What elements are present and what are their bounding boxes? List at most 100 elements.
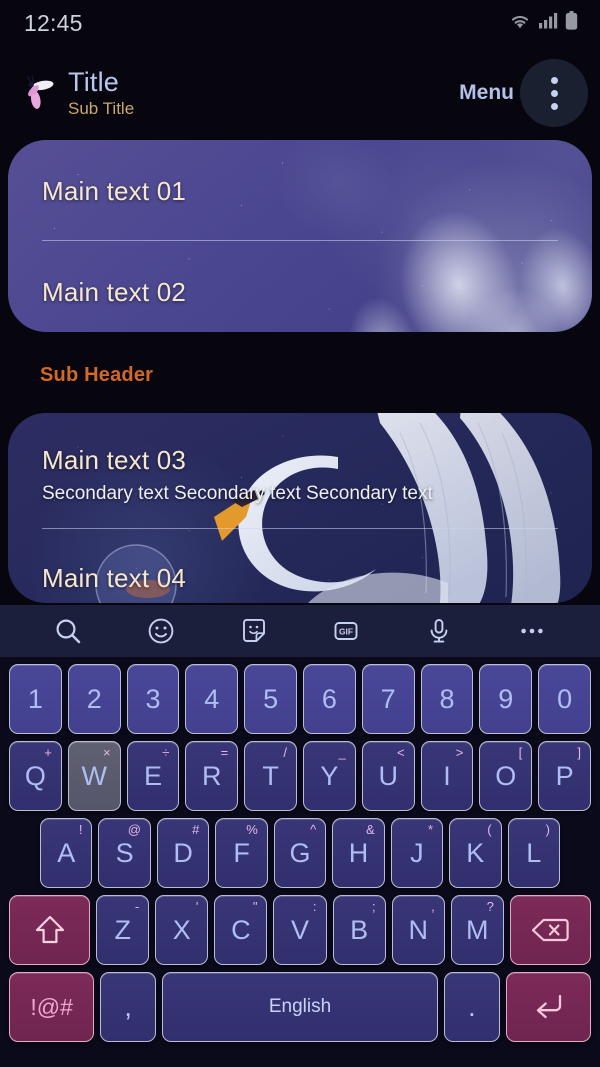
- key-label: English: [268, 996, 332, 1017]
- key-e[interactable]: ÷ E: [126, 741, 180, 811]
- key-g[interactable]: ^ G: [273, 818, 327, 888]
- key-2[interactable]: 2: [67, 664, 121, 734]
- phone-screen: 12:45 Title Sub Title Menu Main text 01 …: [0, 0, 600, 1067]
- key-7[interactable]: 7: [361, 664, 415, 734]
- key-v[interactable]: :V: [273, 895, 327, 965]
- key-0[interactable]: 0: [538, 664, 591, 734]
- sticker-icon[interactable]: [231, 608, 277, 654]
- key-label: I: [443, 760, 451, 791]
- cellular-signal-icon: [538, 12, 558, 34]
- key-label: 3: [145, 683, 161, 714]
- key-l[interactable]: ) L: [507, 818, 560, 888]
- key-a[interactable]: ! A: [40, 818, 93, 888]
- symbols-key[interactable]: !@#: [9, 972, 95, 1042]
- keyboard-row-qwerty: + Q × W ÷ E = R / T _ Y < U > I [O ] P: [6, 741, 594, 811]
- key-h[interactable]: & H: [332, 818, 385, 888]
- key-z[interactable]: -Z: [96, 895, 150, 965]
- enter-glyph: [537, 994, 562, 1019]
- key-k[interactable]: (K: [449, 818, 502, 888]
- key-sup: ;: [372, 899, 376, 914]
- key-b[interactable]: ; B: [332, 895, 386, 965]
- key-sup: !: [78, 822, 83, 837]
- key-r[interactable]: = R: [185, 741, 239, 811]
- key-label: T: [262, 760, 279, 791]
- key-sup: -: [134, 899, 140, 914]
- space-key[interactable]: English: [162, 972, 438, 1042]
- search-icon[interactable]: [45, 608, 91, 654]
- secondary-text: Secondary text Secondary text Secondary …: [42, 483, 433, 504]
- key-9[interactable]: 9: [479, 664, 533, 734]
- key-sup: ,: [431, 899, 435, 914]
- key-sup: ': [195, 899, 199, 914]
- backspace-icon[interactable]: [509, 895, 592, 965]
- menu-dot: [550, 76, 558, 84]
- key-p[interactable]: ] P: [538, 741, 591, 811]
- key-w[interactable]: × W: [67, 741, 121, 811]
- keyboard-toolbar[interactable]: GIF: [0, 605, 600, 657]
- key-label: ,: [124, 991, 132, 1022]
- microphone-icon[interactable]: [416, 608, 462, 654]
- backspace-glyph: [532, 918, 570, 942]
- key-sup: =: [220, 745, 229, 760]
- key-3[interactable]: 3: [126, 664, 180, 734]
- key-sup: %: [246, 822, 258, 837]
- gif-icon[interactable]: GIF: [323, 608, 369, 654]
- more-options-icon[interactable]: [509, 608, 555, 654]
- list-item[interactable]: Main text 04: [8, 529, 592, 593]
- key-label: V: [290, 914, 309, 945]
- key-period[interactable]: .: [444, 972, 500, 1042]
- key-q[interactable]: + Q: [9, 741, 62, 811]
- content-list[interactable]: Main text 01 Main text 02 Sub Header Mai…: [0, 140, 600, 605]
- key-sup: ]: [577, 745, 581, 760]
- key-sup: (: [487, 822, 492, 837]
- list-item[interactable]: Main text 01: [8, 140, 592, 206]
- more-vertical-icon[interactable]: [520, 59, 588, 127]
- keyboard[interactable]: GIF 1 2 3 4 5 6 7 8 9 0 + Q × W ÷ E = R …: [0, 605, 600, 1067]
- shift-glyph: [35, 915, 64, 944]
- key-label: L: [526, 837, 542, 868]
- key-label: A: [57, 837, 76, 868]
- key-j[interactable]: * J: [390, 818, 444, 888]
- key-c[interactable]: " C: [214, 895, 268, 965]
- key-d[interactable]: # D: [156, 818, 210, 888]
- list-item[interactable]: Main text 03 Secondary text Secondary te…: [8, 413, 592, 506]
- key-i[interactable]: > I: [420, 741, 474, 811]
- key-u[interactable]: < U: [361, 741, 415, 811]
- key-sup: *: [428, 822, 434, 837]
- key-s[interactable]: @ S: [98, 818, 151, 888]
- key-f[interactable]: % F: [215, 818, 268, 888]
- main-text: Main text 02: [42, 277, 187, 307]
- key-x[interactable]: ' X: [155, 895, 209, 965]
- key-label: S: [115, 837, 134, 868]
- key-t[interactable]: / T: [244, 741, 297, 811]
- wifi-icon: [509, 12, 531, 34]
- key-sup: @: [127, 822, 141, 837]
- key-o[interactable]: [O: [479, 741, 533, 811]
- key-m[interactable]: ? M: [450, 895, 504, 965]
- key-y[interactable]: _ Y: [303, 741, 356, 811]
- key-6[interactable]: 6: [303, 664, 356, 734]
- key-comma[interactable]: ,: [100, 972, 156, 1042]
- key-label: 7: [380, 683, 396, 714]
- key-label: 2: [86, 683, 102, 714]
- card-one[interactable]: Main text 01 Main text 02: [8, 140, 592, 332]
- key-4[interactable]: 4: [185, 664, 239, 734]
- keyboard-keys[interactable]: 1 2 3 4 5 6 7 8 9 0 + Q × W ÷ E = R / T _ Y < U…: [0, 657, 600, 1052]
- shift-icon[interactable]: [8, 895, 91, 965]
- list-item[interactable]: Main text 02: [8, 241, 592, 307]
- menu-dot: [550, 102, 558, 110]
- card-two[interactable]: Main text 03 Secondary text Secondary te…: [8, 413, 592, 603]
- emoji-icon[interactable]: [138, 608, 184, 654]
- key-label: Y: [320, 760, 339, 791]
- key-label: H: [348, 837, 369, 868]
- key-1[interactable]: 1: [9, 664, 62, 734]
- key-8[interactable]: 8: [420, 664, 474, 734]
- status-bar-clock: 12:45: [24, 9, 83, 36]
- enter-icon[interactable]: [505, 972, 591, 1042]
- key-label: Z: [114, 914, 131, 945]
- key-sup: ?: [486, 899, 494, 914]
- key-5[interactable]: 5: [244, 664, 297, 734]
- menu-label[interactable]: Menu: [459, 81, 514, 105]
- key-n[interactable]: ,N: [391, 895, 445, 965]
- key-sup: ×: [103, 745, 111, 760]
